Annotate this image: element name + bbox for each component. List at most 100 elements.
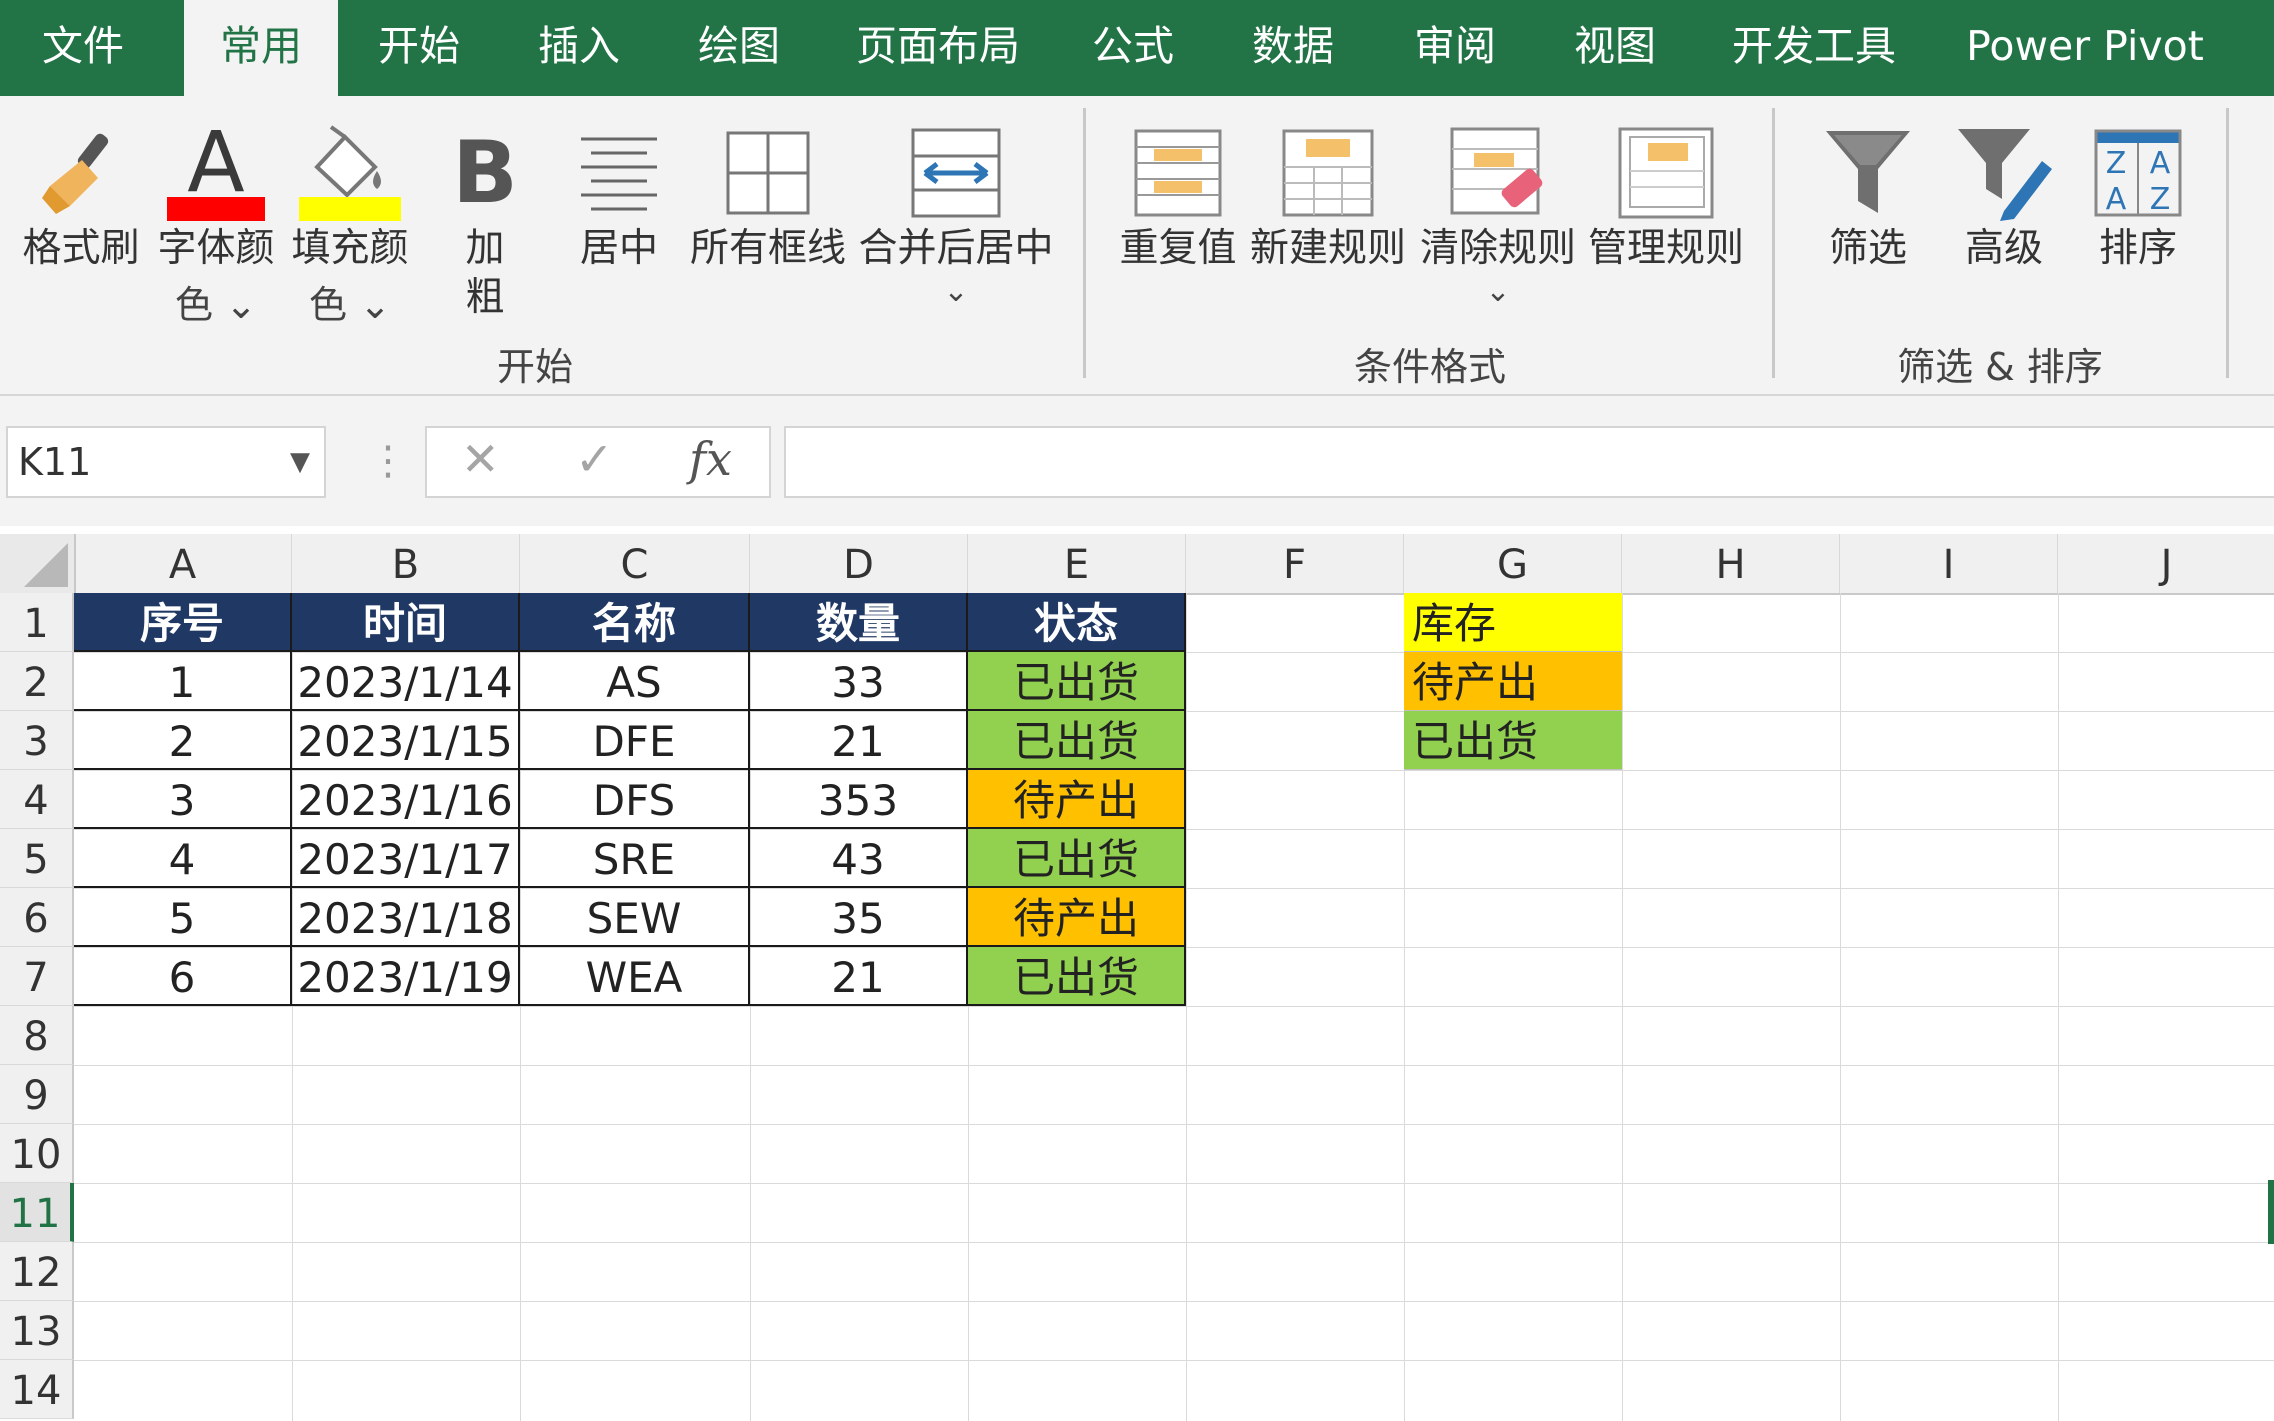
tab-start[interactable]: 开始 [356,0,482,96]
chevron-down-icon[interactable]: ⌄ [864,274,1048,309]
row-header-7[interactable]: 7 [0,947,74,1006]
row-header-1[interactable]: 1 [0,593,74,652]
advanced-filter-button[interactable]: 高级 [1950,96,2058,328]
worksheet-grid[interactable]: A B C D E F G H I J 1 2 3 4 5 6 7 8 9 10… [0,534,2274,1421]
tab-insert[interactable]: 插入 [516,0,642,96]
chevron-down-icon[interactable]: ⌄ [359,283,391,327]
table-header-cell[interactable]: 时间 [292,593,520,652]
row-header-9[interactable]: 9 [0,1065,74,1124]
table-cell-qty[interactable]: 33 [750,652,968,711]
tab-power-pivot[interactable]: Power Pivot [1962,0,2208,96]
row-header-12[interactable]: 12 [0,1242,74,1301]
fill-color-button[interactable]: 填充颜 色 ⌄ [291,96,409,328]
table-cell-status[interactable]: 待产出 [968,888,1186,947]
row-header-4[interactable]: 4 [0,770,74,829]
column-header-h[interactable]: H [1622,534,1840,593]
row-header-10[interactable]: 10 [0,1124,74,1183]
select-all-button[interactable] [0,534,76,593]
new-rule-button[interactable]: 新建规则 [1250,96,1406,328]
cancel-icon[interactable]: ✕ [461,432,500,486]
format-painter-button[interactable]: 格式刷 [20,96,142,328]
row-header-11[interactable]: 11 [0,1183,74,1242]
table-cell-date[interactable]: 2023/1/14 [292,652,520,711]
table-cell-qty[interactable]: 43 [750,829,968,888]
column-header-i[interactable]: I [1840,534,2058,593]
table-cell-qty[interactable]: 21 [750,711,968,770]
tab-developer[interactable]: 开发工具 [1724,0,1904,96]
table-cell-status[interactable]: 已出货 [968,652,1186,711]
table-header-cell[interactable]: 数量 [750,593,968,652]
table-cell-no[interactable]: 1 [74,652,292,711]
table-cell-qty[interactable]: 35 [750,888,968,947]
row-header-8[interactable]: 8 [0,1006,74,1065]
chevron-down-icon[interactable]: ⌄ [225,283,257,327]
column-header-g[interactable]: G [1404,534,1622,593]
column-header-c[interactable]: C [520,534,750,593]
enter-check-icon[interactable]: ✓ [575,432,614,486]
more-options-icon[interactable]: ⋮ [368,438,408,484]
font-color-button[interactable]: A 字体颜 色 ⌄ [157,96,274,328]
table-cell-status[interactable]: 已出货 [968,947,1186,1006]
insert-function-icon[interactable]: fx [689,432,732,486]
tab-view[interactable]: 视图 [1552,0,1678,96]
row-header-14[interactable]: 14 [0,1360,74,1419]
sort-button[interactable]: Z A A Z 排序 [2086,96,2190,328]
filter-button[interactable]: 筛选 [1814,96,1922,328]
status-list-item-stock[interactable]: 库存 [1404,593,1622,652]
status-list-item-pending[interactable]: 待产出 [1404,652,1622,711]
table-cell-status[interactable]: 待产出 [968,770,1186,829]
column-header-d[interactable]: D [750,534,968,593]
table-cell-qty[interactable]: 353 [750,770,968,829]
table-cell-name[interactable]: WEA [520,947,750,1006]
column-header-j[interactable]: J [2058,534,2274,593]
tab-review[interactable]: 审阅 [1392,0,1518,96]
table-header-cell[interactable]: 名称 [520,593,750,652]
name-box[interactable]: K11 ▼ [6,426,326,498]
clear-rules-button[interactable]: 清除规则 ⌄ [1420,96,1576,328]
chevron-down-icon[interactable]: ⌄ [1430,274,1566,309]
table-header-cell[interactable]: 序号 [74,593,292,652]
table-cell-date[interactable]: 2023/1/18 [292,888,520,947]
row-header-13[interactable]: 13 [0,1301,74,1360]
table-cell-no[interactable]: 4 [74,829,292,888]
table-cell-date[interactable]: 2023/1/19 [292,947,520,1006]
manage-rules-button[interactable]: 管理规则 [1588,96,1744,328]
status-list-item-shipped[interactable]: 已出货 [1404,711,1622,770]
tab-draw[interactable]: 绘图 [676,0,802,96]
bold-button[interactable]: B 加 粗 [440,96,530,328]
table-cell-no[interactable]: 6 [74,947,292,1006]
table-header-cell[interactable]: 状态 [968,593,1186,652]
table-cell-status[interactable]: 已出货 [968,829,1186,888]
chevron-down-icon[interactable]: ▼ [290,428,310,496]
table-cell-date[interactable]: 2023/1/15 [292,711,520,770]
row-header-6[interactable]: 6 [0,888,74,947]
row-header-5[interactable]: 5 [0,829,74,888]
tab-home-common[interactable]: 常用 [184,0,338,96]
table-cell-date[interactable]: 2023/1/16 [292,770,520,829]
column-header-b[interactable]: B [292,534,520,593]
formula-input[interactable] [784,426,2274,498]
table-cell-name[interactable]: AS [520,652,750,711]
duplicate-values-button[interactable]: 重复值 [1119,96,1237,328]
column-header-f[interactable]: F [1186,534,1404,593]
tab-data[interactable]: 数据 [1230,0,1356,96]
merge-center-button[interactable]: 合并后居中 ⌄ [858,96,1054,328]
table-cell-no[interactable]: 5 [74,888,292,947]
tab-page-layout[interactable]: 页面布局 [848,0,1028,96]
table-cell-no[interactable]: 2 [74,711,292,770]
table-cell-status[interactable]: 已出货 [968,711,1186,770]
table-cell-qty[interactable]: 21 [750,947,968,1006]
row-header-3[interactable]: 3 [0,711,74,770]
column-header-a[interactable]: A [74,534,292,593]
row-header-2[interactable]: 2 [0,652,74,711]
all-borders-button[interactable]: 所有框线 [690,96,846,328]
center-align-button[interactable]: 居中 [566,96,672,328]
table-cell-name[interactable]: SRE [520,829,750,888]
tab-file[interactable]: 文件 [0,0,166,96]
table-cell-no[interactable]: 3 [74,770,292,829]
tab-formulas[interactable]: 公式 [1070,0,1196,96]
table-cell-name[interactable]: SEW [520,888,750,947]
table-cell-name[interactable]: DFS [520,770,750,829]
column-header-e[interactable]: E [968,534,1186,593]
table-cell-date[interactable]: 2023/1/17 [292,829,520,888]
